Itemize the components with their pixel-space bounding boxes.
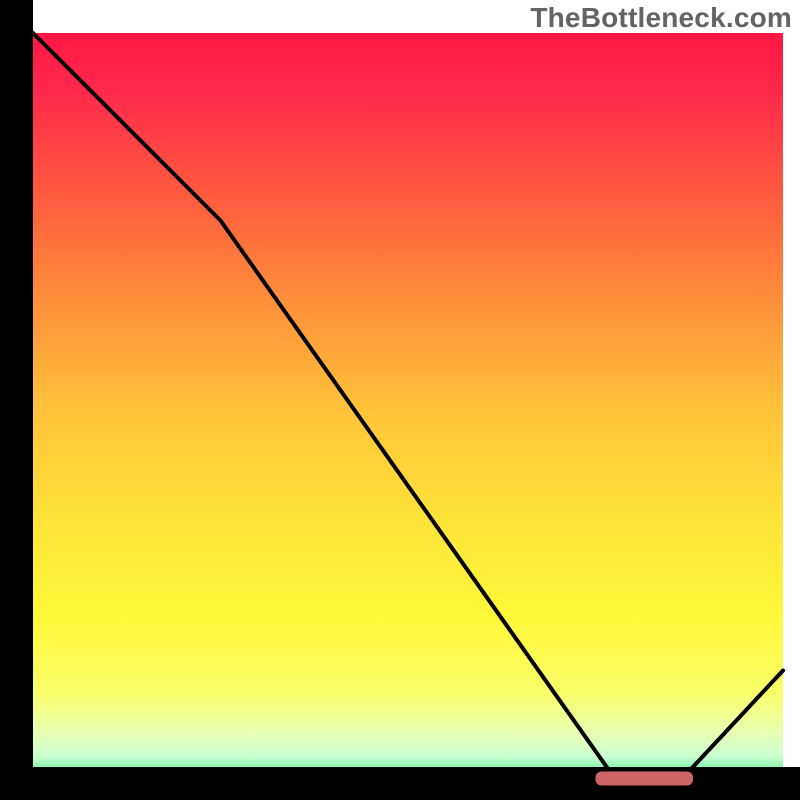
axis-left (0, 0, 33, 800)
bottleneck-chart (0, 0, 800, 800)
chart-frame: TheBottleneck.com (0, 0, 800, 800)
optimal-range-marker (596, 772, 694, 786)
watermark-label: TheBottleneck.com (530, 2, 792, 34)
